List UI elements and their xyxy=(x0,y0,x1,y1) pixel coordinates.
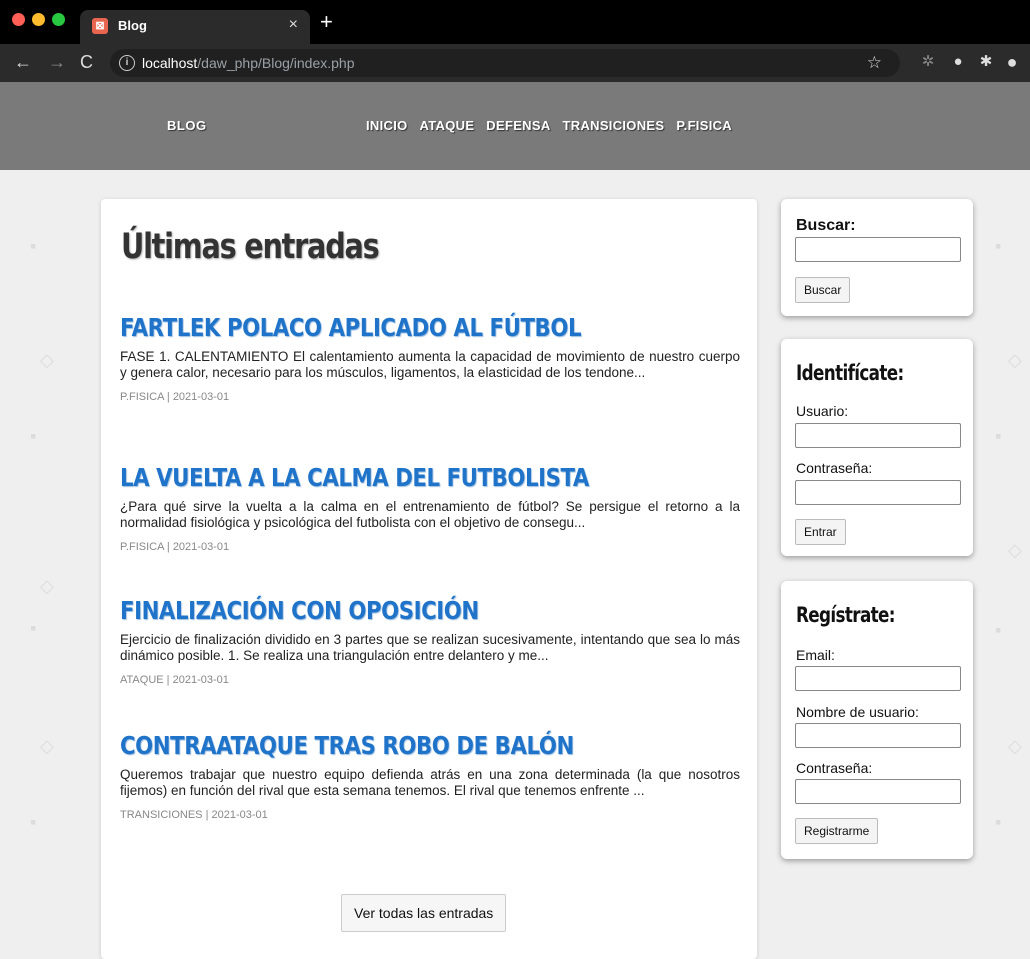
register-title: Regístrate: xyxy=(796,603,896,627)
extension-circle-icon[interactable]: ● xyxy=(950,54,966,70)
entry-item: FARTLEK POLACO APLICADO AL FÚTBOL FASE 1… xyxy=(120,311,740,403)
entry-excerpt: Ejercicio de finalización dividido en 3 … xyxy=(120,632,740,663)
site-info-icon[interactable]: i xyxy=(119,55,135,71)
entry-excerpt: FASE 1. CALENTAMIENTO El calentamiento a… xyxy=(120,349,740,380)
background-doc-icon: ▪ xyxy=(30,236,37,256)
register-password-label: Contraseña: xyxy=(796,760,873,776)
background-doc-icon: ▪ xyxy=(30,426,37,446)
entry-item: CONTRAATAQUE TRAS ROBO DE BALÓN Queremos… xyxy=(120,729,740,821)
nav-link-ataque[interactable]: ATAQUE xyxy=(420,118,475,133)
page-title: Últimas entradas xyxy=(121,227,380,267)
entry-item: FINALIZACIÓN CON OPOSICIÓN Ejercicio de … xyxy=(120,594,740,686)
close-window-button[interactable] xyxy=(12,13,25,26)
view-all-entries-button[interactable]: Ver todas las entradas xyxy=(341,894,507,932)
email-label: Email: xyxy=(796,647,835,663)
new-tab-icon[interactable]: + xyxy=(320,10,333,34)
username-input[interactable] xyxy=(795,423,961,448)
profile-avatar-icon[interactable]: ● xyxy=(1004,53,1020,71)
meta-separator: | xyxy=(163,541,173,553)
entry-meta: P.FISICA | 2021-03-01 xyxy=(120,391,740,403)
register-password-input[interactable] xyxy=(795,779,961,804)
password-input[interactable] xyxy=(795,480,961,505)
entry-date: 2021-03-01 xyxy=(172,391,230,403)
entry-meta: P.FISICA | 2021-03-01 xyxy=(120,541,740,553)
background-doc-icon: ▪ xyxy=(995,426,1002,446)
password-label: Contraseña: xyxy=(796,460,873,476)
entry-category[interactable]: P.FISICA xyxy=(120,541,164,553)
entry-date: 2021-03-01 xyxy=(172,541,230,553)
browser-tab-blog[interactable]: ⊠ Blog × xyxy=(80,10,310,44)
entry-date: 2021-03-01 xyxy=(211,809,268,821)
entry-title-link[interactable]: LA VUELTA A LA CALMA DEL FUTBOLISTA xyxy=(120,461,647,495)
register-username-label: Nombre de usuario: xyxy=(796,704,919,720)
nav-link-pfisica[interactable]: P.FISICA xyxy=(676,118,732,133)
entry-title-link[interactable]: FARTLEK POLACO APLICADO AL FÚTBOL xyxy=(120,311,647,345)
nav-link-inicio[interactable]: INICIO xyxy=(366,118,408,133)
address-bar[interactable]: i localhost/daw_php/Blog/index.php ☆ xyxy=(110,49,900,77)
background-diamond-icon: ◇ xyxy=(1008,736,1022,756)
tab-title: Blog xyxy=(118,18,147,33)
xampp-favicon-icon: ⊠ xyxy=(92,18,108,34)
site-brand[interactable]: BLOG xyxy=(167,118,207,133)
entry-title-link[interactable]: CONTRAATAQUE TRAS ROBO DE BALÓN xyxy=(120,729,647,763)
url-host: localhost xyxy=(142,55,198,71)
url-path: /daw_php/Blog/index.php xyxy=(197,55,355,71)
register-button[interactable]: Registrarme xyxy=(795,818,879,844)
entry-category[interactable]: ATAQUE xyxy=(120,674,164,686)
email-input[interactable] xyxy=(795,666,961,691)
entry-meta: TRANSICIONES | 2021-03-01 xyxy=(120,809,740,821)
login-button[interactable]: Entrar xyxy=(795,519,846,545)
entry-category[interactable]: TRANSICIONES xyxy=(120,809,203,821)
background-diamond-icon: ◇ xyxy=(40,350,54,370)
search-widget: Buscar: Buscar xyxy=(781,199,973,316)
close-tab-icon[interactable]: × xyxy=(289,17,298,33)
register-username-input[interactable] xyxy=(795,723,961,748)
entry-date: 2021-03-01 xyxy=(172,674,229,686)
background-diamond-icon: ◇ xyxy=(1008,350,1022,370)
username-label: Usuario: xyxy=(796,403,849,419)
bookmark-star-icon[interactable]: ☆ xyxy=(867,53,882,73)
entry-title-link[interactable]: FINALIZACIÓN CON OPOSICIÓN xyxy=(120,594,647,628)
search-input[interactable] xyxy=(795,237,961,262)
main-nav: INICIO ATAQUE DEFENSA TRANSICIONES P.FIS… xyxy=(366,118,732,133)
login-title: Identifícate: xyxy=(796,361,904,385)
meta-separator: | xyxy=(163,674,173,686)
entry-item: LA VUELTA A LA CALMA DEL FUTBOLISTA ¿Par… xyxy=(120,461,740,553)
background-diamond-icon: ◇ xyxy=(1008,540,1022,560)
extension-gear-icon[interactable]: ✲ xyxy=(920,54,936,70)
entries-card: Últimas entradas FARTLEK POLACO APLICADO… xyxy=(101,199,757,959)
url-text[interactable]: localhost/daw_php/Blog/index.php xyxy=(142,55,355,71)
nav-link-defensa[interactable]: DEFENSA xyxy=(486,118,550,133)
background-doc-icon: ▪ xyxy=(30,618,37,638)
meta-separator: | xyxy=(163,391,173,403)
back-arrow-icon[interactable]: ← xyxy=(14,52,32,72)
browser-toolbar: ← → C i localhost/daw_php/Blog/index.php… xyxy=(0,44,1030,82)
background-doc-icon: ▪ xyxy=(30,812,37,832)
nav-link-transiciones[interactable]: TRANSICIONES xyxy=(563,118,665,133)
search-button[interactable]: Buscar xyxy=(795,277,851,303)
entry-excerpt: ¿Para qué sirve la vuelta a la calma en … xyxy=(120,499,740,530)
search-title: Buscar: xyxy=(796,217,856,234)
browser-tab-bar: ⊠ Blog × + xyxy=(0,0,1030,44)
login-widget: Identifícate: Usuario: Contraseña: Entra… xyxy=(781,339,973,556)
entry-meta: ATAQUE | 2021-03-01 xyxy=(120,674,740,686)
background-diamond-icon: ◇ xyxy=(40,736,54,756)
meta-separator: | xyxy=(202,809,212,821)
entry-excerpt: Queremos trabajar que nuestro equipo def… xyxy=(120,767,740,798)
background-doc-icon: ▪ xyxy=(995,812,1002,832)
reload-icon[interactable]: C xyxy=(80,52,93,72)
extensions-puzzle-icon[interactable]: ✱ xyxy=(978,54,994,70)
entry-category[interactable]: P.FISICA xyxy=(120,391,164,403)
background-doc-icon: ▪ xyxy=(995,236,1002,256)
background-diamond-icon: ◇ xyxy=(40,576,54,596)
minimize-window-button[interactable] xyxy=(32,13,45,26)
background-doc-icon: ▪ xyxy=(995,620,1002,640)
forward-arrow-icon[interactable]: → xyxy=(48,52,66,72)
maximize-window-button[interactable] xyxy=(52,13,65,26)
site-header: BLOG INICIO ATAQUE DEFENSA TRANSICIONES … xyxy=(0,82,1030,170)
register-widget: Regístrate: Email: Nombre de usuario: Co… xyxy=(781,581,973,859)
